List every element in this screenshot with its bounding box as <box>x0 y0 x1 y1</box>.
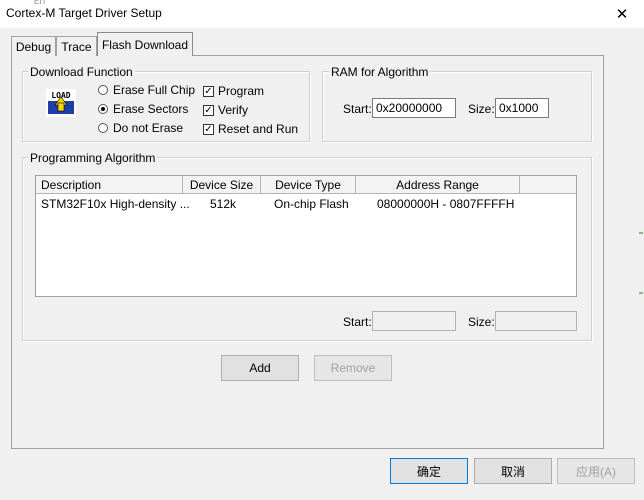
column-header-address-range-label: Address Range <box>396 177 479 192</box>
remove-button-label: Remove <box>330 361 376 375</box>
row-device-size: 512k <box>210 197 237 211</box>
algo-size-input[interactable] <box>495 311 577 331</box>
window-title: Cortex-M Target Driver Setup <box>6 6 162 20</box>
background-window-fragment: ΕΠ <box>34 0 56 4</box>
algo-start-input[interactable] <box>372 311 456 331</box>
tab-flash-download-label: Flash Download <box>101 37 189 52</box>
row-device-type: On-chip Flash <box>274 197 349 211</box>
program-checkbox[interactable]: ✓ <box>203 86 214 97</box>
algorithm-list[interactable]: Description Device Size Device Type Addr… <box>35 175 577 297</box>
download-function-legend: Download Function <box>28 65 135 79</box>
erase-full-chip-radio[interactable] <box>98 85 108 95</box>
checkmark-icon: ✓ <box>204 123 213 135</box>
verify-label: Verify <box>218 103 249 117</box>
erase-sectors-radio[interactable] <box>98 104 108 114</box>
column-header-filler <box>520 176 576 194</box>
verify-checkbox[interactable]: ✓ <box>203 105 214 116</box>
column-header-device-type-label: Device Type <box>275 177 341 192</box>
column-header-device-size[interactable]: Device Size <box>183 176 261 194</box>
tab-debug[interactable]: Debug <box>11 36 56 56</box>
load-icon: LOAD <box>46 89 76 117</box>
apply-button[interactable]: 应用(A) <box>557 458 635 484</box>
do-not-erase-label: Do not Erase <box>113 121 184 135</box>
ram-start-label: Start: <box>343 102 372 116</box>
program-label: Program <box>218 84 265 98</box>
remove-button[interactable]: Remove <box>314 355 392 381</box>
column-header-address-range[interactable]: Address Range <box>356 176 520 194</box>
load-icon-text: LOAD <box>51 91 70 100</box>
column-header-device-type[interactable]: Device Type <box>261 176 356 194</box>
close-icon: ✕ <box>615 6 629 23</box>
add-button-label: Add <box>249 361 271 375</box>
background-marker <box>639 232 643 234</box>
ram-size-input[interactable] <box>495 98 549 118</box>
algo-start-label: Start: <box>343 315 372 329</box>
ram-for-algorithm-legend: RAM for Algorithm <box>329 65 431 79</box>
tab-debug-label: Debug <box>15 39 52 54</box>
programming-algorithm-legend: Programming Algorithm <box>28 151 158 165</box>
ram-size-label: Size: <box>468 102 495 116</box>
ok-button-label: 确定 <box>416 464 441 479</box>
erase-sectors-label: Erase Sectors <box>113 102 189 116</box>
checkmark-icon: ✓ <box>204 104 213 116</box>
cancel-button-label: 取消 <box>500 464 525 479</box>
reset-and-run-label: Reset and Run <box>218 122 299 136</box>
row-address-range: 08000000H - 0807FFFFH <box>377 197 515 211</box>
erase-full-chip-label: Erase Full Chip <box>113 83 196 97</box>
add-button[interactable]: Add <box>221 355 299 381</box>
apply-button-label: 应用(A) <box>576 464 616 479</box>
tab-trace[interactable]: Trace <box>56 36 97 56</box>
tab-trace-label: Trace <box>61 39 92 54</box>
close-button[interactable]: ✕ <box>610 3 634 25</box>
column-header-device-size-label: Device Size <box>189 177 254 192</box>
cancel-button[interactable]: 取消 <box>474 458 552 484</box>
tab-flash-download[interactable]: Flash Download <box>97 32 193 56</box>
do-not-erase-radio[interactable] <box>98 123 108 133</box>
background-marker <box>639 292 643 294</box>
checkmark-icon: ✓ <box>204 85 213 97</box>
ok-button[interactable]: 确定 <box>390 458 468 484</box>
table-row[interactable]: STM32F10x High-density ... 512k On-chip … <box>36 194 576 214</box>
column-header-description-label: Description <box>41 177 102 192</box>
column-header-description[interactable]: Description <box>36 176 183 194</box>
ram-start-input[interactable] <box>372 98 456 118</box>
algo-size-label: Size: <box>468 315 495 329</box>
radio-selected-dot <box>101 107 105 111</box>
row-description: STM32F10x High-density ... <box>41 197 190 211</box>
reset-and-run-checkbox[interactable]: ✓ <box>203 124 214 135</box>
